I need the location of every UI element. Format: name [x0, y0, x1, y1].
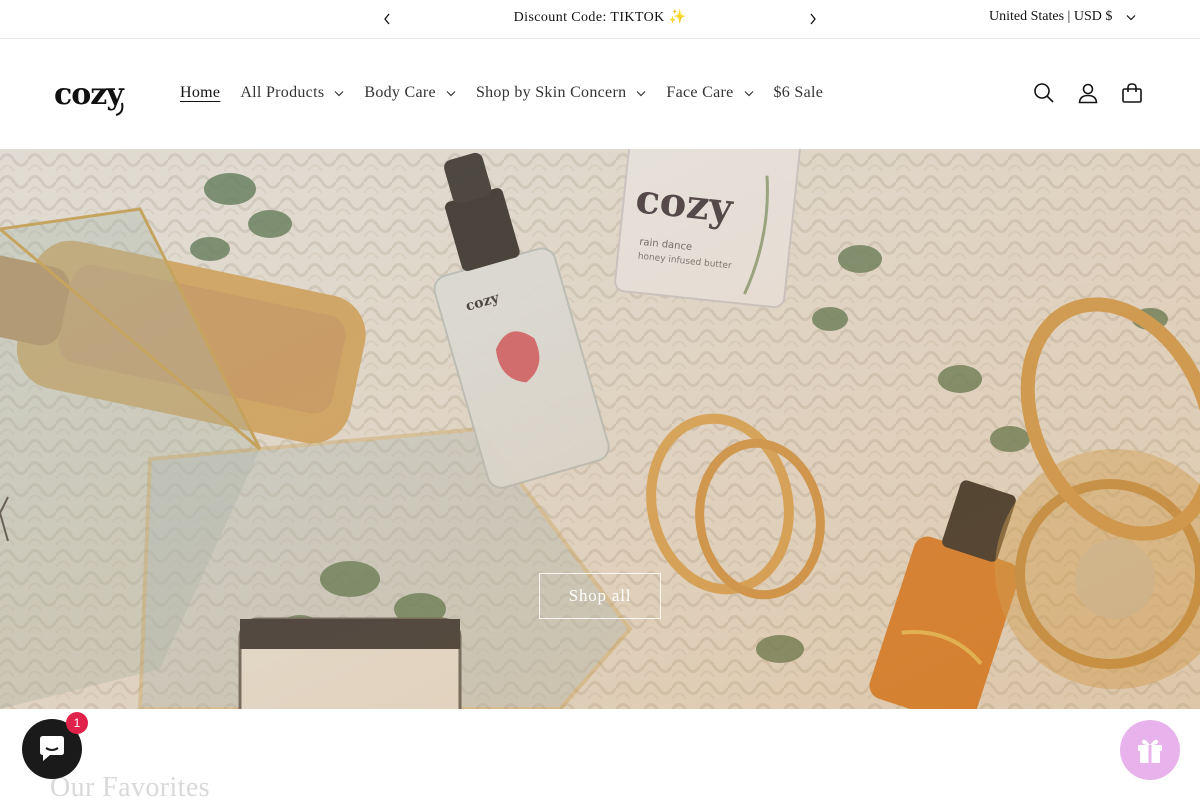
- cozy-logo-graphic: cozy: [54, 77, 126, 116]
- chevron-right-icon: [810, 13, 816, 25]
- nav-label: Shop by Skin Concern: [475, 84, 627, 101]
- hero-banner: cozy cozy rain dance honey infused butte…: [0, 149, 1200, 709]
- site-header: cozy Home All Products Body Care Shop by…: [0, 39, 1200, 149]
- chevron-down-icon: [636, 90, 646, 96]
- account-button[interactable]: [1074, 79, 1102, 107]
- section-title: Our Favorites: [50, 772, 210, 800]
- logo[interactable]: cozy: [54, 77, 138, 117]
- hero-image: cozy cozy rain dance honey infused butte…: [0, 149, 1200, 709]
- search-icon: [1034, 83, 1054, 103]
- chevron-down-icon: [446, 90, 456, 96]
- chevron-down-icon: [1126, 14, 1136, 20]
- chat-icon: [40, 736, 64, 761]
- nav-item-all-products[interactable]: All Products: [230, 81, 354, 105]
- account-icon: [1078, 83, 1098, 104]
- chevron-down-icon: [744, 90, 753, 96]
- nav-item-face-care[interactable]: Face Care: [656, 81, 763, 105]
- nav-item-shop-by-skin-concern[interactable]: Shop by Skin Concern: [466, 81, 656, 105]
- locale-label: United States | USD $: [989, 9, 1113, 24]
- locale-selector[interactable]: United States | USD $: [989, 9, 1136, 25]
- search-button[interactable]: [1030, 79, 1058, 107]
- svg-text:cozy: cozy: [54, 77, 125, 112]
- chevron-down-icon: [334, 90, 344, 96]
- main-nav: Home All Products Body Care Shop by Skin…: [170, 81, 833, 105]
- nav-label: $6 Sale: [773, 84, 824, 101]
- announcement-next-button[interactable]: [802, 9, 824, 29]
- cart-button[interactable]: [1118, 79, 1146, 107]
- announcement-bar: Discount Code: TIKTOK ✨ United States | …: [0, 0, 1200, 39]
- nav-label: All Products: [240, 84, 325, 101]
- rewards-button[interactable]: [1120, 720, 1180, 780]
- nav-item-body-care[interactable]: Body Care: [354, 81, 466, 105]
- gift-icon: [1138, 739, 1162, 763]
- nav-item-6-sale[interactable]: $6 Sale: [764, 81, 834, 105]
- nav-item-home[interactable]: Home: [170, 81, 230, 105]
- nav-label: Body Care: [364, 84, 436, 101]
- chat-badge: 1: [66, 712, 88, 734]
- shop-all-button[interactable]: Shop all: [539, 573, 661, 619]
- nav-label: Face Care: [666, 84, 734, 101]
- cart-icon: [1122, 83, 1142, 103]
- nav-label: Home: [180, 84, 221, 101]
